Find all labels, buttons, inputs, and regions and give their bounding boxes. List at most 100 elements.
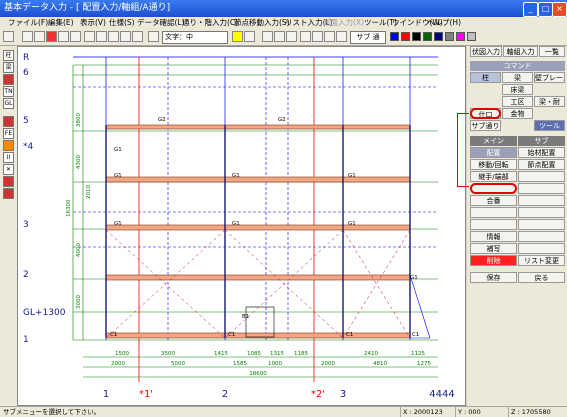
color-blue[interactable] bbox=[390, 32, 399, 41]
cmd-zone[interactable]: 工区 bbox=[502, 96, 533, 107]
brace-tool-icon[interactable] bbox=[3, 116, 14, 127]
menu-file[interactable]: ファイル(F) bbox=[8, 17, 48, 29]
joint-tool-icon[interactable] bbox=[3, 140, 14, 151]
drawing-canvas[interactable]: G1 G1 G1 G1 G1 G1 G1 G1 G2 G2 B1 C1 C1 C… bbox=[17, 46, 466, 406]
menu-view[interactable]: 表示(V) bbox=[80, 17, 106, 29]
close-button[interactable]: × bbox=[552, 2, 567, 17]
text-icon[interactable] bbox=[148, 31, 159, 42]
menu-node-move[interactable]: 節点移動入力(S) bbox=[234, 17, 290, 29]
cmd-sub-grid[interactable]: サブ通り bbox=[470, 120, 501, 131]
main-blank[interactable] bbox=[470, 207, 517, 218]
color-black[interactable] bbox=[412, 32, 421, 41]
axis-label-2: 2 bbox=[222, 389, 228, 400]
view-mode-select[interactable]: サブ 通 bbox=[350, 31, 386, 44]
zoom-icon[interactable] bbox=[108, 31, 119, 42]
preview-icon[interactable] bbox=[70, 31, 81, 42]
fe-tool-icon[interactable]: FE bbox=[3, 128, 14, 139]
dim-icon[interactable] bbox=[286, 31, 297, 42]
diag-icon[interactable] bbox=[300, 31, 311, 42]
save-icon[interactable] bbox=[3, 31, 14, 42]
tab-frame-input[interactable]: 軸組入力 bbox=[503, 46, 538, 57]
member-label: G2 bbox=[158, 117, 166, 123]
sub-blank[interactable] bbox=[518, 195, 565, 206]
menu-data-check[interactable]: データ確認(L) bbox=[137, 17, 185, 29]
sub-node-place[interactable]: 節点配置 bbox=[518, 159, 565, 170]
color-red[interactable] bbox=[401, 32, 410, 41]
tn-tool-icon[interactable]: TN bbox=[3, 86, 14, 97]
cmd-joint[interactable]: 仕口 bbox=[470, 108, 501, 119]
sub-start-place[interactable]: 始材配置 bbox=[518, 147, 565, 158]
del-tool-icon[interactable] bbox=[3, 176, 14, 187]
color-magenta[interactable] bbox=[456, 32, 465, 41]
sub-blank[interactable] bbox=[518, 231, 565, 242]
minimize-button[interactable]: _ bbox=[523, 2, 538, 17]
sub-blank[interactable] bbox=[518, 207, 565, 218]
menu-spec[interactable]: 仕様(S) bbox=[109, 17, 135, 29]
tab-list[interactable]: 一覧 bbox=[539, 46, 565, 57]
main-delete[interactable]: 削除 bbox=[470, 255, 517, 266]
cmd-beam-wall[interactable]: 梁・耐 bbox=[534, 96, 565, 107]
bottom-dim: 5000 bbox=[171, 361, 185, 367]
cross-tool-icon[interactable]: ✕ bbox=[3, 164, 14, 175]
slash-icon[interactable] bbox=[312, 31, 323, 42]
font-size-select[interactable]: 文字：中 bbox=[162, 31, 228, 44]
command-panel: 伏図入力 軸組入力 一覧 コマンド 柱 梁 壁ブレース 床梁 工区 梁・耐 壁 … bbox=[457, 46, 567, 406]
sub-blank[interactable] bbox=[518, 243, 565, 254]
mark-icon[interactable] bbox=[336, 31, 347, 42]
hatch-icon[interactable] bbox=[274, 31, 285, 42]
command-header: コマンド bbox=[470, 61, 565, 71]
cmd-wall-brace[interactable]: 壁ブレース bbox=[534, 72, 565, 83]
back-button[interactable]: 戻る bbox=[518, 272, 565, 283]
beam-tool-icon[interactable]: 梁 bbox=[3, 62, 14, 73]
maximize-button[interactable]: □ bbox=[538, 2, 553, 17]
ortho-icon[interactable] bbox=[244, 31, 255, 42]
color-navy[interactable] bbox=[434, 32, 443, 41]
main-number[interactable]: 合番 bbox=[470, 195, 517, 206]
sub-blank[interactable] bbox=[518, 171, 565, 182]
print-icon[interactable] bbox=[58, 31, 69, 42]
gl-tool-icon[interactable]: GL bbox=[3, 98, 14, 109]
snap-icon[interactable] bbox=[232, 31, 243, 42]
cmd-floor-beam[interactable]: 床梁 bbox=[502, 84, 533, 95]
undo-icon[interactable] bbox=[22, 31, 33, 42]
sub-header: サブ bbox=[518, 136, 565, 146]
main-blank[interactable] bbox=[470, 219, 517, 230]
redo-icon[interactable] bbox=[34, 31, 45, 42]
main-splice-end[interactable]: 継手/端部 bbox=[470, 171, 517, 182]
line-icon[interactable] bbox=[262, 31, 273, 42]
sub-list-change[interactable]: リスト変更 bbox=[518, 255, 565, 266]
menu-edit[interactable]: 編集(E) bbox=[48, 17, 74, 29]
member-label: G1 bbox=[114, 147, 122, 153]
menu-grid-input[interactable]: 通り・階入力(C) bbox=[182, 17, 238, 29]
grid-icon[interactable] bbox=[84, 31, 95, 42]
color-green[interactable] bbox=[423, 32, 432, 41]
save-button[interactable]: 保存 bbox=[470, 272, 517, 283]
color-silver[interactable] bbox=[467, 32, 476, 41]
color-gray[interactable] bbox=[445, 32, 454, 41]
col-tool-icon[interactable]: 柱 bbox=[3, 50, 14, 61]
stair-tool-icon[interactable] bbox=[3, 188, 14, 199]
main-copy[interactable]: 補写 bbox=[470, 243, 517, 254]
tab-plan-input[interactable]: 伏図入力 bbox=[470, 46, 502, 57]
menu-help[interactable]: ヘルプ(H) bbox=[427, 17, 461, 29]
stop-icon[interactable] bbox=[46, 31, 57, 42]
main-move-rotate[interactable]: 移動/回転 bbox=[470, 159, 517, 170]
layer-icon[interactable] bbox=[132, 31, 143, 42]
level-label-4: *4 bbox=[23, 142, 34, 152]
sub-blank[interactable] bbox=[518, 183, 565, 194]
wall-tool-icon[interactable] bbox=[3, 74, 14, 85]
cmd-column[interactable]: 柱 bbox=[470, 72, 501, 83]
main-place[interactable]: 配置 bbox=[470, 147, 517, 158]
main-info[interactable]: 情報 bbox=[470, 231, 517, 242]
sub-blank[interactable] bbox=[518, 219, 565, 230]
fit-icon[interactable] bbox=[120, 31, 131, 42]
cmd-tool[interactable]: ツール bbox=[534, 120, 565, 131]
cmd-hardware[interactable]: 金物 bbox=[502, 108, 533, 119]
pattern-tool-icon[interactable]: II bbox=[3, 152, 14, 163]
menu-section-input[interactable]: 断面入力(X) bbox=[323, 17, 364, 29]
shape-icon[interactable] bbox=[324, 31, 335, 42]
cmd-beam[interactable]: 梁 bbox=[502, 72, 533, 83]
status-bar: サブメニューを選択して下さい。 X : 2000123 Y : 000 Z : … bbox=[0, 406, 567, 417]
main-empty-highlight[interactable] bbox=[470, 183, 517, 194]
table-icon[interactable] bbox=[96, 31, 107, 42]
